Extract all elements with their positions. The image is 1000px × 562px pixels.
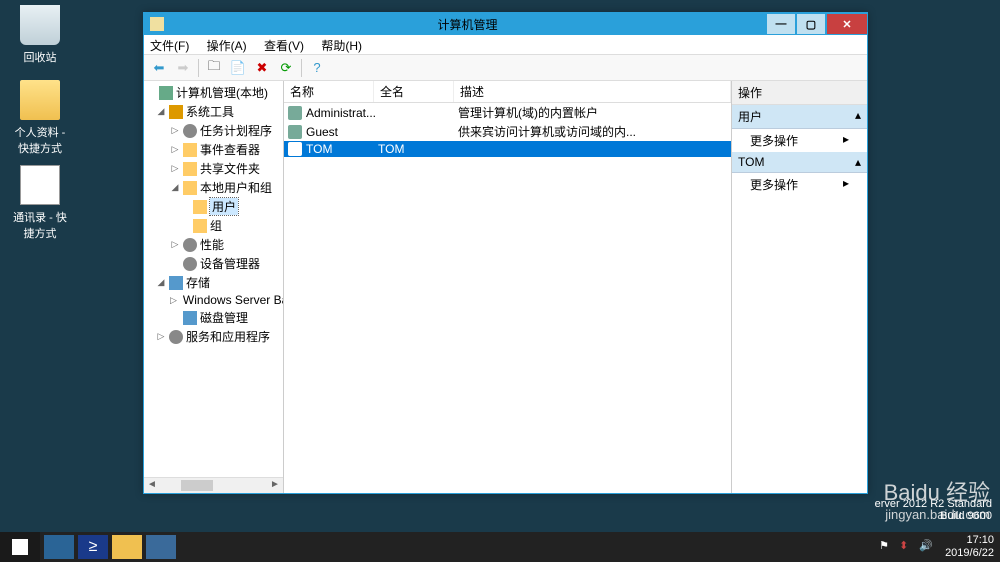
tree-storage[interactable]: ◢存储 bbox=[146, 273, 281, 292]
forward-button[interactable]: ➡ bbox=[172, 58, 194, 78]
tray-network-icon[interactable]: ⬍ bbox=[899, 539, 915, 555]
user-icon bbox=[288, 125, 302, 139]
folder-label: 个人资料 - 快捷方式 bbox=[15, 127, 66, 155]
list-row-administrator[interactable]: Administrat... 管理计算机(域)的内置帐户 bbox=[284, 103, 731, 122]
folder-icon bbox=[193, 219, 207, 233]
computer-management-window: 计算机管理 — ▢ ✕ 文件(F) 操作(A) 查看(V) 帮助(H) ⬅ ➡ … bbox=[143, 12, 868, 494]
windows-icon bbox=[12, 539, 28, 555]
folder-icon bbox=[193, 200, 207, 214]
list-row-tom[interactable]: TOM TOM bbox=[284, 141, 731, 157]
device-icon bbox=[183, 257, 197, 271]
desktop-recycle-bin[interactable]: 回收站 bbox=[10, 5, 70, 65]
taskbar-explorer[interactable] bbox=[112, 535, 142, 559]
app-icon bbox=[150, 17, 164, 31]
help-button[interactable]: ? bbox=[306, 58, 328, 78]
actions-section-tom[interactable]: TOM▴ bbox=[732, 152, 867, 173]
menu-view[interactable]: 查看(V) bbox=[264, 39, 304, 53]
scroll-thumb[interactable] bbox=[181, 480, 213, 491]
tree-performance[interactable]: ▷性能 bbox=[146, 235, 281, 254]
desktop-doc-shortcut[interactable]: 通讯录 - 快捷方式 bbox=[10, 165, 70, 241]
menubar: 文件(F) 操作(A) 查看(V) 帮助(H) bbox=[144, 35, 867, 55]
tree-event-viewer[interactable]: ▷事件查看器 bbox=[146, 140, 281, 159]
windows-build-info: erver 2012 R2 Standard Build 9600 bbox=[875, 498, 992, 522]
users-icon bbox=[183, 181, 197, 195]
titlebar[interactable]: 计算机管理 — ▢ ✕ bbox=[144, 13, 867, 35]
tree-groups[interactable]: 组 bbox=[146, 216, 281, 235]
recycle-label: 回收站 bbox=[24, 52, 57, 64]
tree-shared-folders[interactable]: ▷共享文件夹 bbox=[146, 159, 281, 178]
navigation-tree: 计算机管理(本地) ◢系统工具 ▷任务计划程序 ▷事件查看器 ▷共享文件夹 ◢本… bbox=[144, 81, 284, 493]
separator bbox=[301, 59, 302, 77]
services-icon bbox=[169, 330, 183, 344]
tree-disk-mgmt[interactable]: 磁盘管理 bbox=[146, 308, 281, 327]
arrow-right-icon: ▸ bbox=[843, 176, 849, 193]
taskbar-server-manager[interactable] bbox=[44, 535, 74, 559]
window-title: 计算机管理 bbox=[168, 16, 767, 33]
start-button[interactable] bbox=[0, 532, 40, 562]
doc-label: 通讯录 - 快捷方式 bbox=[13, 212, 67, 240]
tray-sound-icon[interactable]: 🔊 bbox=[919, 539, 935, 555]
recycle-bin-icon bbox=[20, 5, 60, 45]
tree-device-manager[interactable]: 设备管理器 bbox=[146, 254, 281, 273]
collapse-icon: ▴ bbox=[855, 108, 861, 125]
tree-task-scheduler[interactable]: ▷任务计划程序 bbox=[146, 121, 281, 140]
tree-hscrollbar[interactable]: ◄ ► bbox=[144, 477, 283, 493]
collapse-icon: ▴ bbox=[855, 155, 861, 169]
menu-help[interactable]: 帮助(H) bbox=[321, 39, 362, 53]
actions-header: 操作 bbox=[732, 81, 867, 105]
menu-action[interactable]: 操作(A) bbox=[207, 39, 247, 53]
document-icon bbox=[20, 165, 60, 205]
event-icon bbox=[183, 143, 197, 157]
actions-more-users[interactable]: 更多操作▸ bbox=[732, 129, 867, 152]
actions-section-users[interactable]: 用户▴ bbox=[732, 105, 867, 129]
tree-wsb[interactable]: ▷Windows Server Back bbox=[146, 292, 281, 308]
up-button[interactable]: 🗀 bbox=[203, 58, 225, 78]
minimize-button[interactable]: — bbox=[767, 14, 795, 34]
col-fullname[interactable]: 全名 bbox=[374, 81, 454, 102]
tree-root[interactable]: 计算机管理(本地) bbox=[146, 83, 281, 102]
actions-pane: 操作 用户▴ 更多操作▸ TOM▴ 更多操作▸ bbox=[732, 81, 867, 493]
tree-local-users-groups[interactable]: ◢本地用户和组 bbox=[146, 178, 281, 197]
computer-icon bbox=[159, 86, 173, 100]
share-icon bbox=[183, 162, 197, 176]
user-list: 名称 全名 描述 Administrat... 管理计算机(域)的内置帐户 Gu… bbox=[284, 81, 732, 493]
scroll-left-button[interactable]: ◄ bbox=[144, 478, 160, 493]
menu-file[interactable]: 文件(F) bbox=[150, 39, 189, 53]
taskbar-compmgmt[interactable] bbox=[146, 535, 176, 559]
window-body: 计算机管理(本地) ◢系统工具 ▷任务计划程序 ▷事件查看器 ▷共享文件夹 ◢本… bbox=[144, 81, 867, 493]
tree-services-apps[interactable]: ▷服务和应用程序 bbox=[146, 327, 281, 346]
back-button[interactable]: ⬅ bbox=[148, 58, 170, 78]
tools-icon bbox=[169, 105, 183, 119]
separator bbox=[198, 59, 199, 77]
list-header: 名称 全名 描述 bbox=[284, 81, 731, 103]
user-icon bbox=[288, 106, 302, 120]
col-name[interactable]: 名称 bbox=[284, 81, 374, 102]
actions-more-tom[interactable]: 更多操作▸ bbox=[732, 173, 867, 196]
system-tray: ⚑ ⬍ 🔊 17:10 2019/6/22 bbox=[875, 534, 1000, 560]
disk-icon bbox=[183, 311, 197, 325]
storage-icon bbox=[169, 276, 183, 290]
clock-icon bbox=[183, 124, 197, 138]
toolbar: ⬅ ➡ 🗀 📄 ✖ ⟳ ? bbox=[144, 55, 867, 81]
desktop-folder-shortcut[interactable]: 个人资料 - 快捷方式 bbox=[10, 80, 70, 156]
refresh-button[interactable]: ⟳ bbox=[275, 58, 297, 78]
properties-button[interactable]: 📄 bbox=[227, 58, 249, 78]
close-button[interactable]: ✕ bbox=[827, 14, 867, 34]
arrow-right-icon: ▸ bbox=[843, 132, 849, 149]
perf-icon bbox=[183, 238, 197, 252]
scroll-track[interactable] bbox=[160, 478, 267, 493]
taskbar: ≥ ⚑ ⬍ 🔊 17:10 2019/6/22 bbox=[0, 532, 1000, 562]
tray-clock[interactable]: 17:10 2019/6/22 bbox=[945, 534, 994, 560]
list-row-guest[interactable]: Guest 供来宾访问计算机或访问域的内... bbox=[284, 122, 731, 141]
folder-icon bbox=[20, 80, 60, 120]
tree-system-tools[interactable]: ◢系统工具 bbox=[146, 102, 281, 121]
tree-users[interactable]: 用户 bbox=[146, 197, 281, 216]
tray-flag-icon[interactable]: ⚑ bbox=[879, 539, 895, 555]
user-icon bbox=[288, 142, 302, 156]
delete-button[interactable]: ✖ bbox=[251, 58, 273, 78]
col-description[interactable]: 描述 bbox=[454, 81, 731, 102]
taskbar-powershell[interactable]: ≥ bbox=[78, 535, 108, 559]
scroll-right-button[interactable]: ► bbox=[267, 478, 283, 493]
maximize-button[interactable]: ▢ bbox=[797, 14, 825, 34]
